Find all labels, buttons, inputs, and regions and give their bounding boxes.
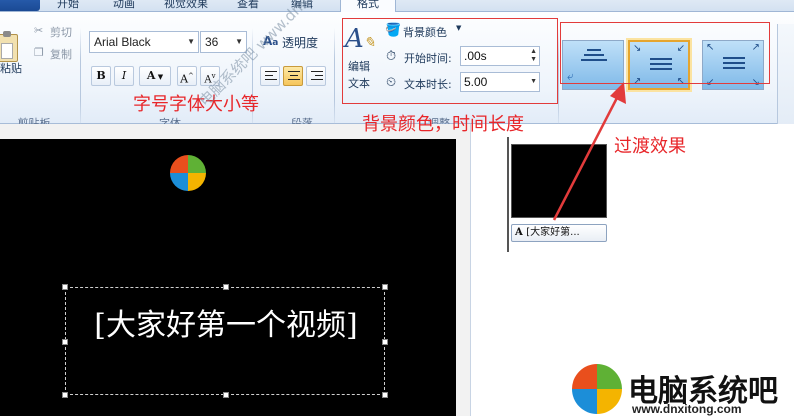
- cut-icon[interactable]: ✂: [34, 24, 43, 37]
- paste-label[interactable]: 粘贴: [0, 60, 22, 76]
- annotation-box-adjust: [342, 18, 558, 104]
- video-preview[interactable]: [大家好第一个视频]: [0, 139, 456, 416]
- app-menu-button[interactable]: [0, 0, 40, 11]
- copy-button[interactable]: 复制: [50, 46, 72, 62]
- annotation-arrow: [552, 82, 626, 221]
- align-left-button[interactable]: [260, 66, 280, 86]
- resize-handle[interactable]: [62, 339, 68, 345]
- resize-handle[interactable]: [223, 392, 229, 398]
- resize-handle[interactable]: [382, 284, 388, 290]
- windows-logo-icon: [170, 155, 206, 191]
- ribbon-tab-bar: 开始 动画 视觉效果 查看 编辑 格式: [0, 0, 794, 13]
- transparency-button[interactable]: 透明度: [282, 34, 318, 51]
- font-family-select[interactable]: Arial Black ▼: [89, 31, 199, 53]
- copy-icon[interactable]: ❐: [34, 46, 44, 59]
- chevron-down-icon: ▼: [187, 37, 195, 46]
- chevron-down-icon: ▼: [155, 72, 164, 81]
- ribbon-separator: [334, 28, 335, 132]
- font-family-value: Arial Black: [94, 35, 151, 49]
- tab-view[interactable]: 查看: [228, 0, 268, 12]
- grow-font-icon: A: [180, 72, 189, 86]
- resize-handle[interactable]: [382, 339, 388, 345]
- font-size-value: 36: [205, 35, 219, 49]
- font-color-button[interactable]: A ▼: [139, 66, 171, 86]
- brand-url: www.dnxitong.com: [632, 402, 742, 416]
- annotation-box-transitions: [560, 22, 770, 84]
- caption-icon: A: [515, 227, 527, 238]
- preview-pane: [大家好第一个视频]: [0, 124, 470, 416]
- caption-text[interactable]: [大家好第一个视频]: [66, 300, 386, 344]
- caption-textbox[interactable]: [大家好第一个视频]: [62, 284, 388, 398]
- tab-animation[interactable]: 动画: [104, 0, 144, 12]
- bold-button[interactable]: B: [91, 66, 111, 86]
- caption-chip-text: [大家好第...: [526, 227, 580, 238]
- resize-handle[interactable]: [223, 284, 229, 290]
- resize-handle[interactable]: [382, 392, 388, 398]
- tab-home[interactable]: 开始: [48, 0, 88, 12]
- tab-visual-effects[interactable]: 视觉效果: [156, 0, 216, 12]
- resize-handle[interactable]: [62, 392, 68, 398]
- brand-logo-icon: [572, 364, 622, 414]
- grow-font-button[interactable]: A^: [177, 66, 197, 86]
- cut-button[interactable]: 剪切: [50, 24, 72, 40]
- annotation-bg-note: 背景颜色，时间长度: [362, 114, 524, 135]
- align-right-button[interactable]: [306, 66, 326, 86]
- italic-button[interactable]: I: [114, 66, 134, 86]
- resize-handle[interactable]: [62, 284, 68, 290]
- ribbon-separator: [80, 28, 81, 132]
- paste-icon[interactable]: [0, 31, 18, 62]
- playhead-bar[interactable]: [507, 137, 509, 252]
- gallery-scrollbar[interactable]: [777, 24, 794, 136]
- align-center-button[interactable]: [283, 66, 303, 86]
